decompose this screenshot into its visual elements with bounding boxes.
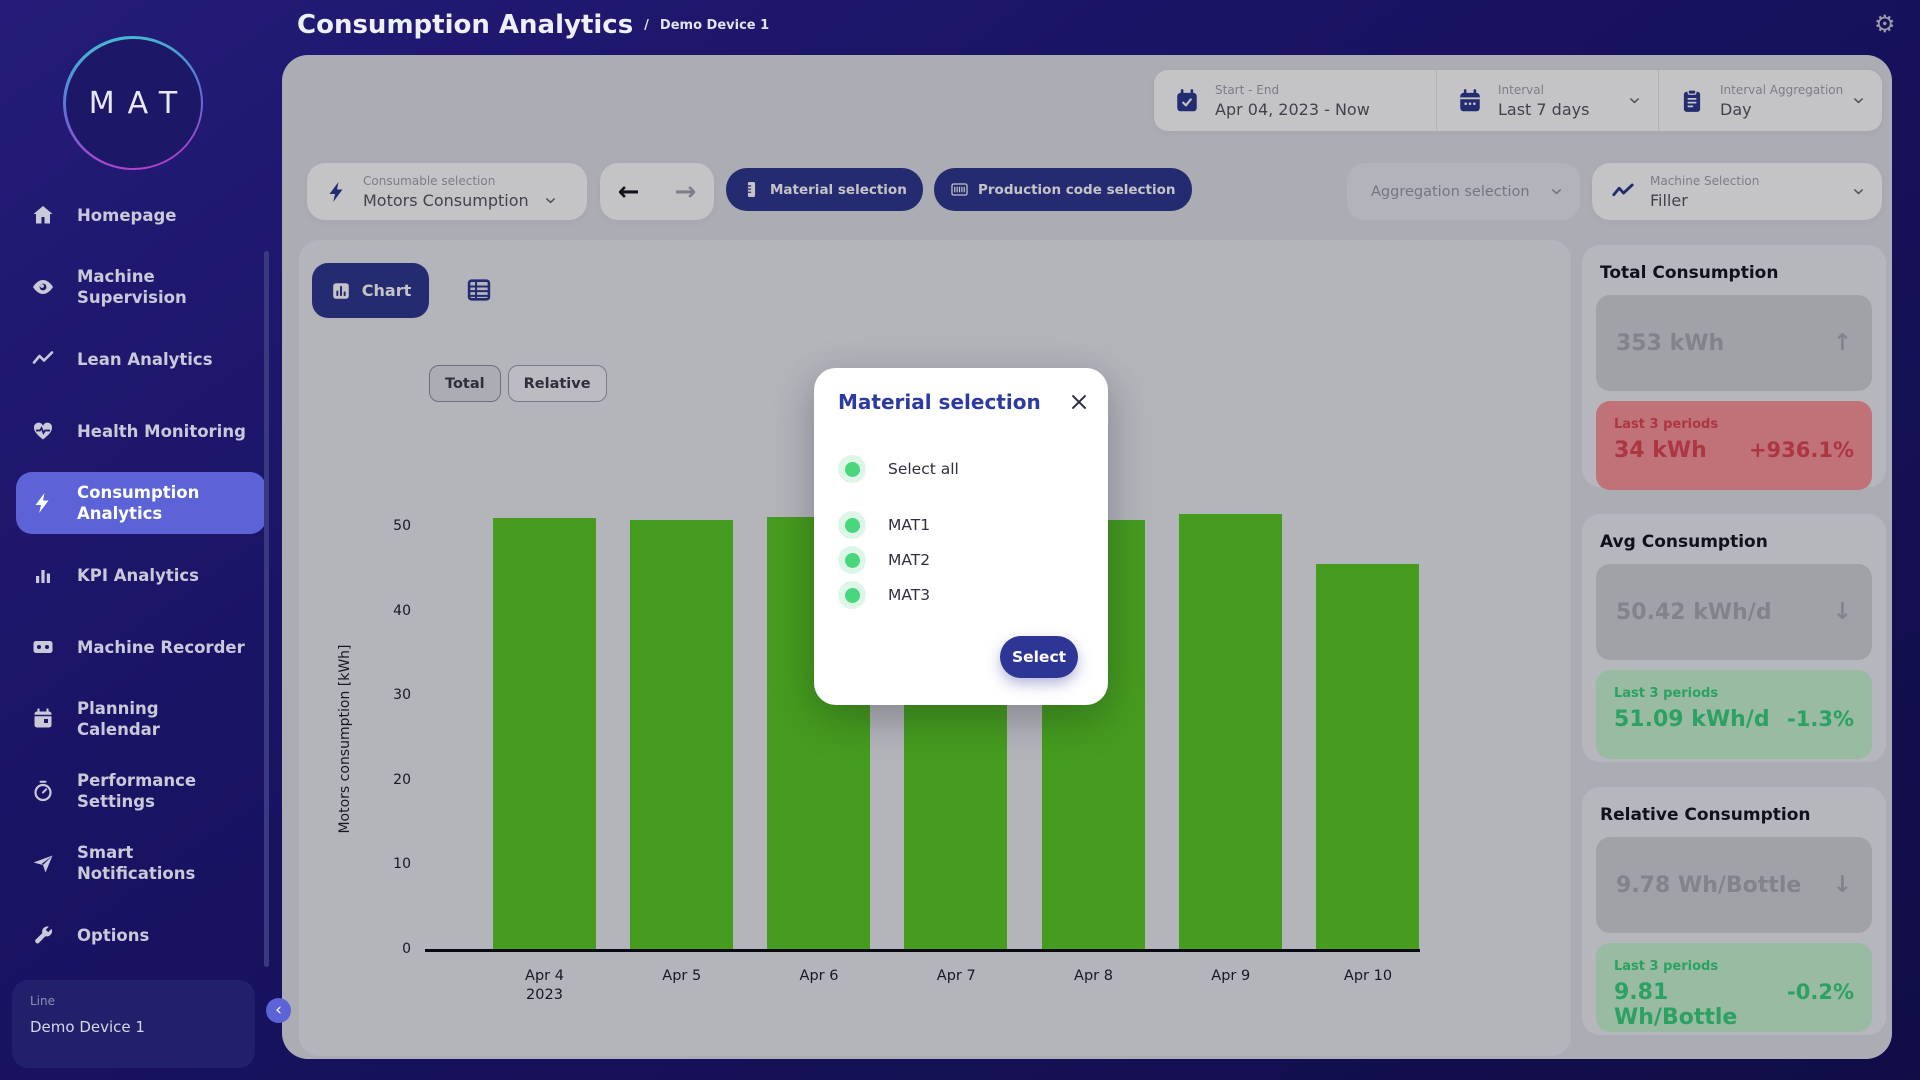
select-all-option[interactable]: Select all bbox=[838, 455, 959, 483]
sidebar-item-label: Homepage bbox=[77, 205, 262, 226]
material-option-mat2[interactable]: MAT2 bbox=[838, 546, 930, 574]
cassette-icon bbox=[30, 634, 56, 660]
sidebar-item-performance-settings[interactable]: Performance Settings bbox=[0, 755, 282, 827]
plane-icon bbox=[30, 850, 56, 876]
wrench-icon bbox=[30, 922, 56, 948]
sidebar-scrollbar[interactable] bbox=[264, 251, 269, 967]
radio-checked-icon bbox=[838, 511, 866, 539]
eye-icon bbox=[30, 274, 56, 300]
sidebar-collapse-button[interactable]: ‹ bbox=[266, 998, 291, 1023]
page-header: Consumption Analytics / Demo Device 1 bbox=[297, 10, 769, 40]
material-option-label: MAT1 bbox=[888, 516, 930, 534]
trend-icon bbox=[30, 346, 56, 372]
device-card-label: Line bbox=[30, 994, 237, 1008]
sidebar-item-smart-notifications[interactable]: Smart Notifications bbox=[0, 827, 282, 899]
sidebar-item-label: Machine Supervision bbox=[77, 266, 262, 308]
bars-icon bbox=[30, 562, 56, 588]
breadcrumb-separator: / bbox=[644, 18, 649, 33]
home-icon bbox=[30, 202, 56, 228]
heart-icon bbox=[30, 418, 56, 444]
sidebar-item-label: Health Monitoring bbox=[77, 421, 262, 442]
sidebar-item-label: Smart Notifications bbox=[77, 842, 262, 884]
sidebar-item-machine-recorder[interactable]: Machine Recorder bbox=[0, 611, 282, 683]
radio-checked-icon bbox=[838, 455, 866, 483]
bolt-icon bbox=[30, 490, 56, 516]
modal-select-button[interactable]: Select bbox=[1000, 636, 1078, 678]
modal-title: Material selection bbox=[838, 390, 1041, 414]
sidebar-item-options[interactable]: Options bbox=[0, 899, 282, 971]
radio-checked-icon bbox=[838, 581, 866, 609]
sidebar: MAT Homepage Machine Supervision Lean Anal… bbox=[0, 0, 282, 1080]
material-selection-modal: Material selection Select all MAT1 MAT2 MA… bbox=[814, 368, 1108, 705]
close-icon[interactable] bbox=[1068, 391, 1090, 413]
sidebar-item-homepage[interactable]: Homepage bbox=[0, 179, 282, 251]
sidebar-item-consumption-analytics[interactable]: Consumption Analytics bbox=[16, 472, 266, 534]
device-card-value: Demo Device 1 bbox=[30, 1018, 237, 1036]
logo-text: MAT bbox=[89, 86, 190, 121]
sidebar-item-label: Machine Recorder bbox=[77, 637, 262, 658]
device-card: Line Demo Device 1 bbox=[12, 980, 255, 1068]
app-logo: MAT bbox=[63, 36, 203, 170]
gauge-icon bbox=[30, 778, 56, 804]
sidebar-item-label: KPI Analytics bbox=[77, 565, 262, 586]
material-option-label: MAT3 bbox=[888, 586, 930, 604]
radio-checked-icon bbox=[838, 546, 866, 574]
sidebar-item-lean-analytics[interactable]: Lean Analytics bbox=[0, 323, 282, 395]
material-option-mat3[interactable]: MAT3 bbox=[838, 581, 930, 609]
sidebar-item-label: Planning Calendar bbox=[77, 698, 262, 740]
calendar-icon bbox=[30, 706, 56, 732]
sidebar-item-label: Lean Analytics bbox=[77, 349, 262, 370]
sidebar-item-planning-calendar[interactable]: Planning Calendar bbox=[0, 683, 282, 755]
gear-icon[interactable]: ⚙ bbox=[1874, 10, 1896, 38]
sidebar-item-label: Consumption Analytics bbox=[77, 482, 252, 524]
sidebar-item-label: Performance Settings bbox=[77, 770, 262, 812]
sidebar-nav: Homepage Machine Supervision Lean Analytic… bbox=[0, 179, 282, 971]
material-option-mat1[interactable]: MAT1 bbox=[838, 511, 930, 539]
material-option-label: MAT2 bbox=[888, 551, 930, 569]
breadcrumb: Demo Device 1 bbox=[660, 18, 769, 33]
select-all-label: Select all bbox=[888, 460, 959, 478]
sidebar-item-machine-supervision[interactable]: Machine Supervision bbox=[0, 251, 282, 323]
page-title: Consumption Analytics bbox=[297, 10, 633, 40]
sidebar-item-label: Options bbox=[77, 925, 262, 946]
sidebar-item-kpi-analytics[interactable]: KPI Analytics bbox=[0, 539, 282, 611]
sidebar-item-health-monitoring[interactable]: Health Monitoring bbox=[0, 395, 282, 467]
